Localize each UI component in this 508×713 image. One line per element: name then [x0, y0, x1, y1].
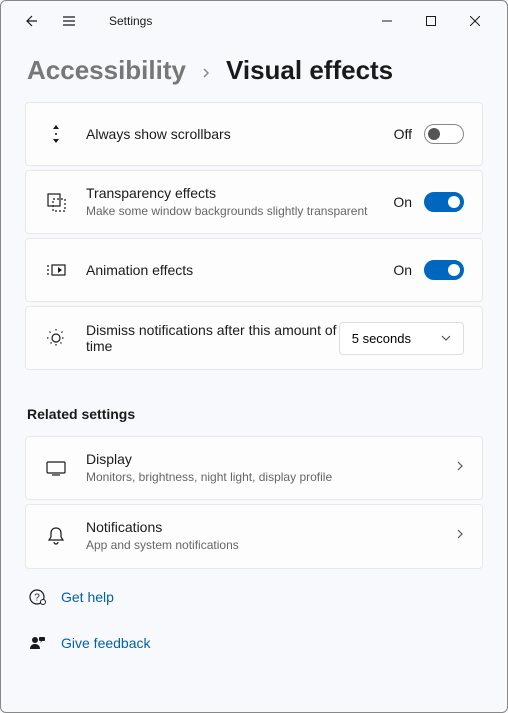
setting-text: Transparency effects Make some window ba… [86, 185, 393, 219]
setting-text: Animation effects [86, 262, 393, 278]
breadcrumb-parent[interactable]: Accessibility [27, 55, 186, 86]
setting-desc: Make some window backgrounds slightly tr… [86, 203, 393, 219]
setting-transparency: Transparency effects Make some window ba… [25, 170, 483, 234]
setting-dismiss-notifications: Dismiss notifications after this amount … [25, 306, 483, 370]
setting-desc: App and system notifications [86, 537, 456, 553]
setting-text: Always show scrollbars [86, 126, 394, 142]
setting-title: Notifications [86, 519, 456, 535]
get-help-link[interactable]: ? Get help [25, 579, 483, 615]
link-label: Give feedback [61, 635, 151, 651]
display-icon [44, 456, 68, 480]
setting-text: Notifications App and system notificatio… [86, 519, 456, 553]
app-title: Settings [109, 14, 152, 28]
minimize-button[interactable] [365, 6, 409, 36]
animation-toggle[interactable] [424, 260, 464, 280]
setting-state-label: On [393, 194, 412, 210]
setting-title: Always show scrollbars [86, 126, 394, 142]
back-arrow-icon [23, 13, 39, 29]
hamburger-icon [61, 13, 77, 29]
setting-title: Transparency effects [86, 185, 393, 201]
related-notifications[interactable]: Notifications App and system notificatio… [25, 504, 483, 568]
related-settings-header: Related settings [27, 406, 483, 422]
back-button[interactable] [19, 9, 43, 33]
setting-title: Dismiss notifications after this amount … [86, 322, 339, 354]
setting-title: Display [86, 451, 456, 467]
scrollbars-toggle[interactable] [424, 124, 464, 144]
transparency-toggle[interactable] [424, 192, 464, 212]
chevron-right-icon [456, 527, 464, 545]
dropdown-value: 5 seconds [352, 331, 411, 346]
dismiss-time-dropdown[interactable]: 5 seconds [339, 322, 464, 355]
chevron-right-icon [456, 459, 464, 477]
help-icon: ? [27, 587, 47, 607]
setting-title: Animation effects [86, 262, 393, 278]
close-icon [470, 16, 480, 26]
setting-scrollbars: Always show scrollbars Off [25, 102, 483, 166]
breadcrumb: Accessibility Visual effects [1, 41, 507, 102]
scrollbar-icon [44, 122, 68, 146]
feedback-icon [27, 633, 47, 653]
chevron-down-icon [441, 335, 451, 341]
close-button[interactable] [453, 6, 497, 36]
setting-text: Dismiss notifications after this amount … [86, 322, 339, 354]
bell-icon [44, 524, 68, 548]
setting-desc: Monitors, brightness, night light, displ… [86, 469, 456, 485]
chevron-right-icon [200, 55, 212, 86]
window-controls [365, 6, 497, 36]
related-display[interactable]: Display Monitors, brightness, night ligh… [25, 436, 483, 500]
titlebar-left: Settings [11, 9, 152, 33]
content: Always show scrollbars Off Transparency … [1, 102, 507, 661]
maximize-button[interactable] [409, 6, 453, 36]
link-label: Get help [61, 589, 114, 605]
transparency-icon [44, 190, 68, 214]
setting-state-label: Off [394, 126, 412, 142]
page-title: Visual effects [226, 55, 393, 86]
maximize-icon [426, 16, 436, 26]
brightness-icon [44, 326, 68, 350]
setting-state-label: On [393, 262, 412, 278]
svg-text:?: ? [34, 592, 40, 603]
setting-animation: Animation effects On [25, 238, 483, 302]
give-feedback-link[interactable]: Give feedback [25, 625, 483, 661]
animation-icon [44, 258, 68, 282]
minimize-icon [382, 16, 392, 26]
titlebar: Settings [1, 1, 507, 41]
menu-button[interactable] [57, 9, 81, 33]
setting-text: Display Monitors, brightness, night ligh… [86, 451, 456, 485]
